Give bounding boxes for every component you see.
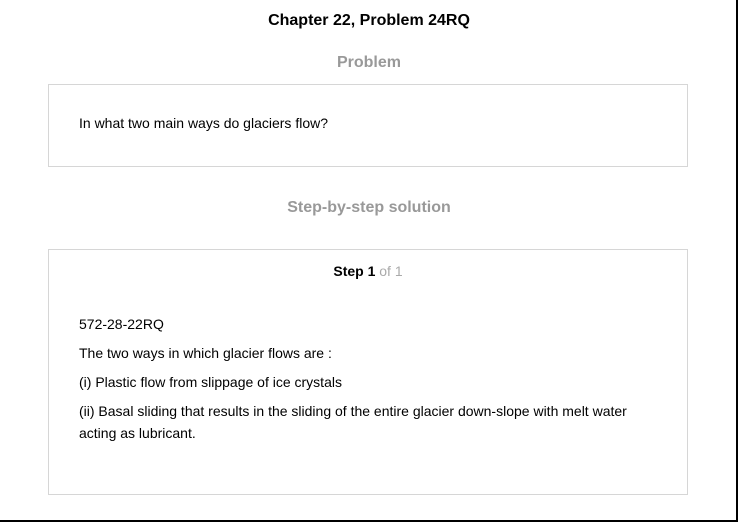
page-title: Chapter 22, Problem 24RQ	[268, 12, 470, 29]
solution-body: 572-28-22RQ The two ways in which glacie…	[79, 313, 649, 451]
solution-card: Step 1 of 1 572-28-22RQ The two ways in …	[48, 249, 688, 495]
problem-text: In what two main ways do glaciers flow?	[79, 115, 328, 131]
problem-heading: Problem	[336, 54, 401, 71]
solution-line: 572-28-22RQ	[79, 316, 164, 332]
step-header: Step 1 of 1	[49, 263, 687, 279]
solution-line: (i) Plastic flow from slippage of ice cr…	[79, 374, 342, 390]
solution-line: The two ways in which glacier flows are …	[79, 345, 332, 361]
step-count: of 1	[379, 263, 403, 279]
problem-card: In what two main ways do glaciers flow?	[48, 84, 688, 167]
solution-line: (ii) Basal sliding that results in the s…	[79, 403, 627, 441]
page-frame: Chapter 22, Problem 24RQ Problem In what…	[0, 0, 738, 522]
step-label: Step 1	[333, 263, 376, 279]
solution-heading: Step-by-step solution	[287, 199, 451, 216]
